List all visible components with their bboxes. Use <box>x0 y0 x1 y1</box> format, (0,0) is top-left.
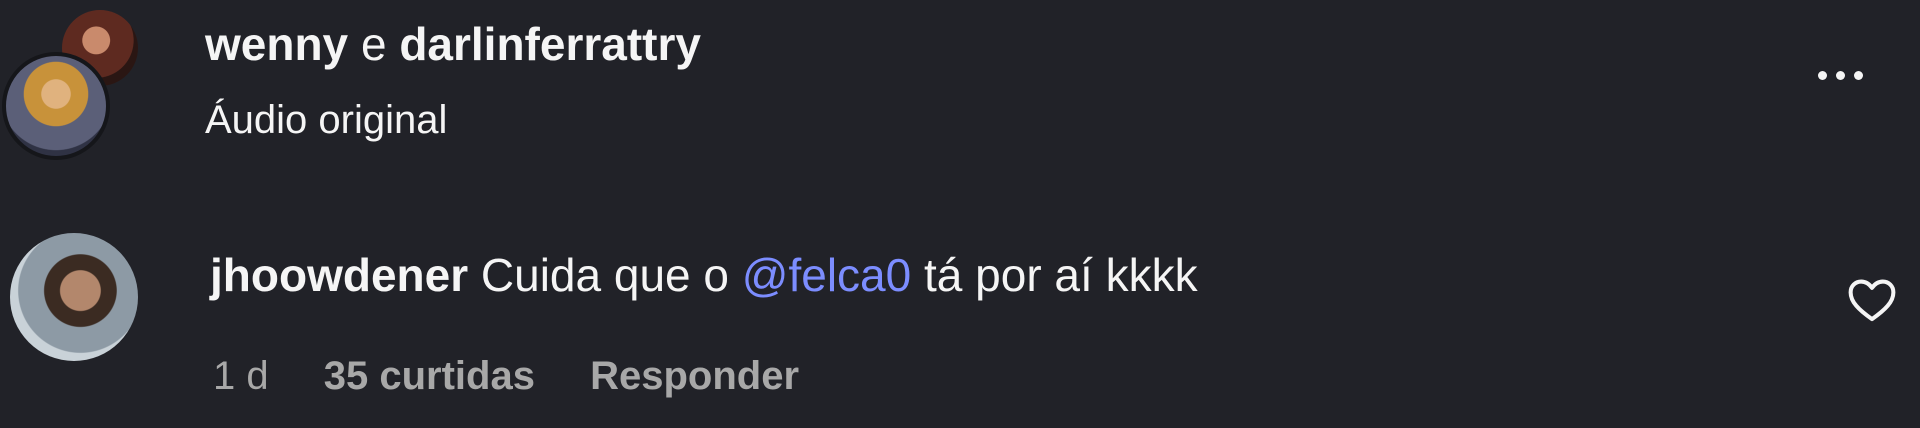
collab-avatars[interactable] <box>0 6 150 160</box>
heart-outline-icon <box>1848 279 1896 322</box>
comment-text-part: tá por aí kkkk <box>924 249 1198 301</box>
comment-item: jhoowdener Cuida que o @felca0 tá por aí… <box>0 225 1920 425</box>
author-secondary-link[interactable]: darlinferrattry <box>399 18 701 70</box>
more-horizontal-icon-dot <box>1835 70 1845 80</box>
like-comment-button[interactable] <box>1845 273 1899 327</box>
comment-meta: 1 d 35 curtidas Responder <box>213 348 843 404</box>
comment-mention-link[interactable]: @felca0 <box>742 249 911 301</box>
more-horizontal-icon <box>1817 70 1827 80</box>
post-authors: wenny e darlinferrattry <box>205 14 701 74</box>
comment-avatar[interactable] <box>10 233 138 361</box>
comment-body: jhoowdener Cuida que o @felca0 tá por aí… <box>210 245 1198 305</box>
comment-username[interactable]: jhoowdener <box>210 249 468 301</box>
comment-time: 1 d <box>213 354 269 398</box>
comment-text-part: Cuida que o <box>480 249 729 301</box>
author-separator: e <box>360 18 387 70</box>
author-primary-link[interactable]: wenny <box>205 18 348 70</box>
audio-link[interactable]: Áudio original <box>205 92 447 148</box>
post-header: wenny e darlinferrattry Áudio original <box>0 0 1920 170</box>
reply-button[interactable]: Responder <box>590 354 799 398</box>
more-horizontal-icon-dot <box>1853 70 1863 80</box>
comment-likes-count[interactable]: 35 curtidas <box>324 354 535 398</box>
avatar-primary[interactable] <box>2 52 110 160</box>
more-options-button[interactable] <box>1800 50 1880 100</box>
